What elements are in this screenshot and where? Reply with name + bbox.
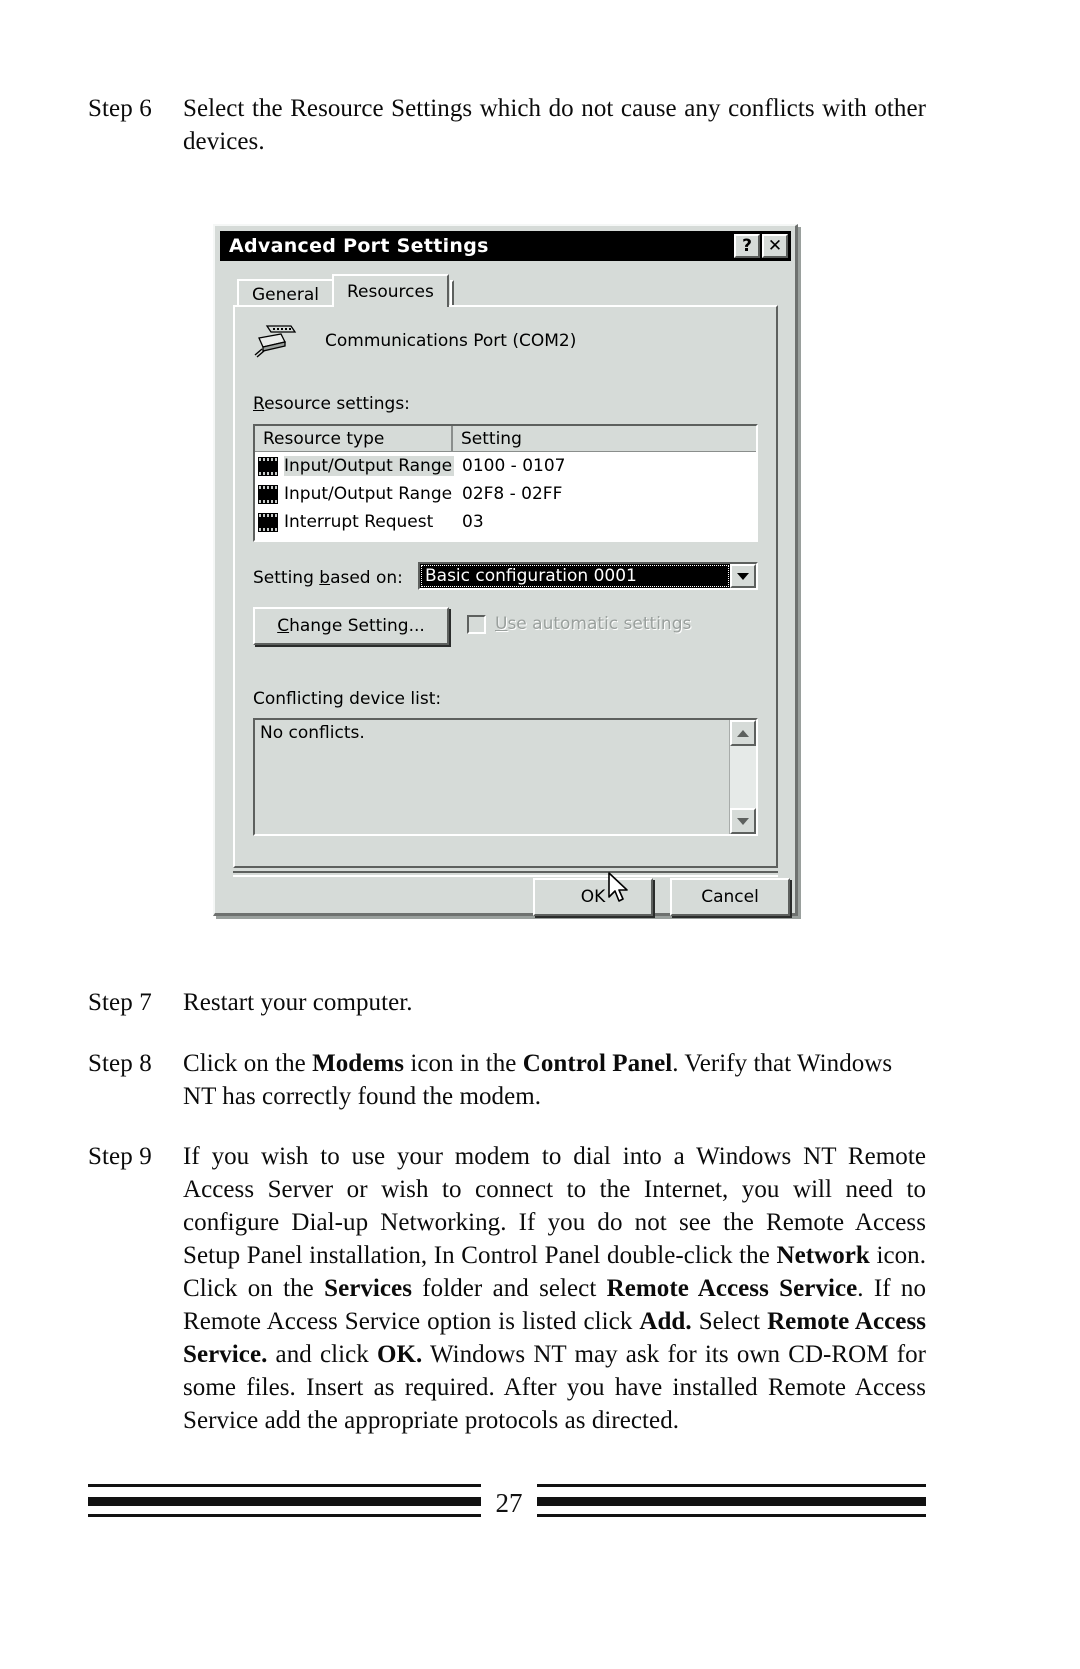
step-9-block: Step 9 If you wish to use your modem to … — [88, 1140, 926, 1437]
change-setting-button-label: hange Setting... — [289, 616, 425, 636]
step-8-label: Step 8 — [88, 1050, 152, 1077]
setting-based-on-label-b: ased on: — [330, 568, 403, 588]
setting-based-on-dropdown[interactable]: Basic configuration 0001 — [418, 562, 758, 590]
device-header: Communications Port (COM2) — [251, 322, 576, 360]
tab-general[interactable]: General — [237, 279, 334, 307]
device-name: Communications Port (COM2) — [325, 331, 577, 351]
table-row[interactable]: Interrupt Request 03 — [255, 508, 756, 536]
table-row[interactable]: Input/Output Range 0100 - 0107 — [255, 452, 756, 480]
ok-button[interactable]: OK — [533, 878, 653, 916]
chevron-down-icon[interactable] — [730, 564, 756, 588]
resource-setting-value: 02F8 - 02FF — [462, 484, 563, 504]
resource-chip-icon — [258, 456, 278, 476]
dialog-divider — [233, 871, 778, 877]
advanced-port-settings-dialog: Advanced Port Settings ? ✕ General Resou… — [213, 224, 798, 916]
column-header-setting[interactable]: Setting — [453, 426, 756, 452]
page-number: 27 — [481, 1480, 537, 1526]
resource-list-header: Resource type Setting — [255, 426, 756, 452]
scroll-down-icon[interactable] — [730, 808, 756, 834]
step-7-block: Step 7 Restart your computer. — [88, 986, 926, 1019]
resource-chip-icon — [258, 484, 278, 504]
page-footer: 27 — [88, 1480, 926, 1530]
step-9-text: If you wish to use your modem to dial in… — [183, 1143, 926, 1434]
resource-setting-value: 03 — [462, 512, 484, 532]
step-6-text: Select the Resource Settings which do no… — [183, 95, 926, 155]
dialog-title: Advanced Port Settings — [229, 235, 489, 257]
resource-setting-value: 0100 - 0107 — [462, 456, 566, 476]
setting-based-on-label-a: Setting — [253, 568, 320, 588]
resource-settings-label: Resource settings: — [253, 394, 410, 414]
step-9-label: Step 9 — [88, 1143, 152, 1170]
help-button[interactable]: ? — [734, 234, 760, 258]
scroll-up-icon[interactable] — [730, 720, 756, 746]
resource-type-value: Input/Output Range — [284, 456, 454, 476]
resource-type-value: Input/Output Range — [284, 484, 453, 504]
change-setting-button[interactable]: Change Setting... — [253, 607, 449, 645]
cancel-button[interactable]: Cancel — [670, 878, 790, 916]
resource-type-value: Interrupt Request — [284, 512, 434, 532]
column-header-resource-type[interactable]: Resource type — [255, 426, 453, 452]
serial-port-icon — [251, 322, 299, 360]
dialog-titlebar[interactable]: Advanced Port Settings ? ✕ — [220, 231, 791, 261]
step-8-text: Click on the Modems icon in the Control … — [183, 1050, 893, 1110]
setting-based-on-value[interactable]: Basic configuration 0001 — [420, 564, 730, 588]
conflicting-device-list[interactable]: No conflicts. — [253, 718, 758, 836]
tab-strip-filler — [449, 280, 454, 307]
use-automatic-settings-checkbox[interactable] — [467, 614, 486, 634]
setting-based-on-label: Setting based on: — [253, 568, 403, 588]
step-8-block: Step 8 Click on the Modems icon in the C… — [88, 1047, 926, 1113]
step-7-label: Step 7 — [88, 989, 152, 1016]
resource-chip-icon — [258, 512, 278, 532]
table-row[interactable]: Input/Output Range 02F8 - 02FF — [255, 480, 756, 508]
resource-settings-list[interactable]: Resource type Setting Input/Output Range… — [253, 424, 758, 542]
step-6-block: Step 6 Select the Resource Settings whic… — [88, 92, 926, 158]
tab-strip: General Resources — [237, 274, 454, 307]
use-automatic-settings-row[interactable]: Use automatic settings — [467, 614, 691, 634]
conflicting-device-list-label: Conflicting device list: — [253, 689, 442, 709]
step-6-label: Step 6 — [88, 95, 152, 122]
manual-page: Step 6 Select the Resource Settings whic… — [0, 0, 1080, 1669]
vertical-scrollbar[interactable] — [729, 720, 756, 834]
use-automatic-settings-label: Use automatic settings — [495, 614, 692, 634]
conflicting-device-list-text: No conflicts. — [260, 723, 365, 743]
resource-settings-label-rest: esource settings: — [264, 394, 410, 414]
tab-resources[interactable]: Resources — [332, 274, 449, 307]
step-7-text: Restart your computer. — [183, 989, 413, 1016]
close-icon[interactable]: ✕ — [762, 234, 788, 258]
